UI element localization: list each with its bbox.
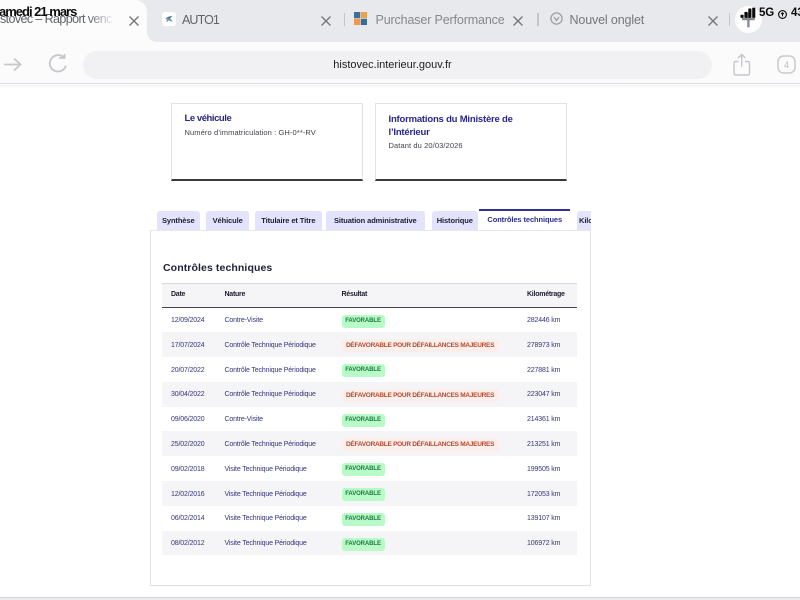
svg-text:4: 4 [783, 60, 788, 70]
